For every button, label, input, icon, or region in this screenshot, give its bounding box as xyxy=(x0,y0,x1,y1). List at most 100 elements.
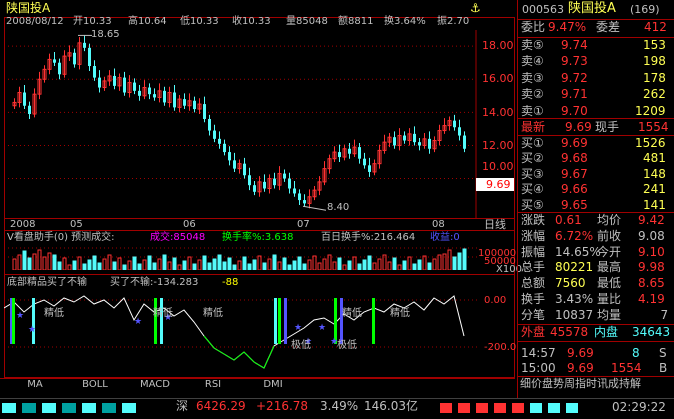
volume-bar xyxy=(67,264,72,270)
volume-bar xyxy=(457,252,462,270)
price-candle-body xyxy=(173,92,176,108)
volume-bar xyxy=(347,260,352,270)
price-candle-body xyxy=(28,105,31,115)
price-candle-body xyxy=(138,90,141,96)
tab-macd[interactable]: MACD xyxy=(138,378,172,392)
volume-bar xyxy=(377,258,382,270)
volume-bar xyxy=(137,263,142,270)
volume-bar xyxy=(202,255,207,270)
volume-bar xyxy=(362,259,367,270)
waipan-label: 外盘 xyxy=(521,325,546,339)
volume-bar xyxy=(12,258,17,270)
time-label-2008: 2008 xyxy=(10,219,36,230)
sell-level-label: 卖① xyxy=(521,103,544,118)
tick-time: 15:00 xyxy=(521,361,556,375)
weicha-label: 委差 xyxy=(596,20,621,34)
quote-footer[interactable]: 细价盘势周指时讯成持解 xyxy=(520,378,641,389)
indicator-signal-bar xyxy=(340,298,343,344)
tab-rsi[interactable]: RSI xyxy=(198,378,228,392)
indicator-label-3: 极低 xyxy=(291,340,311,351)
neipan-label: 内盘 xyxy=(594,325,619,339)
indicator-signal-bar xyxy=(284,298,287,344)
volume-bar xyxy=(112,261,117,270)
status-amount: 146.03亿 xyxy=(364,399,418,413)
stat-value: 7 xyxy=(660,307,669,322)
price-candle-body xyxy=(193,100,196,110)
volume-bar xyxy=(442,253,447,270)
indicator-chart: ★★★ ★★★★★ xyxy=(4,295,478,369)
price-tick-2: 14.00 xyxy=(482,106,514,119)
header-open: 开10.33 xyxy=(73,16,112,27)
price-candle-body xyxy=(148,87,151,95)
volume-bar xyxy=(162,254,167,270)
volume-bar xyxy=(42,256,47,270)
price-candle-body xyxy=(413,133,416,143)
volume-bar xyxy=(62,257,67,270)
indicator-label-1: 精低 xyxy=(153,308,173,319)
price-candle-body xyxy=(58,62,61,75)
price-candle-body xyxy=(213,130,216,139)
price-candle-body xyxy=(403,135,406,141)
volume-bar xyxy=(242,256,247,270)
time-label-07: 07 xyxy=(297,219,310,230)
volume-bar xyxy=(47,252,52,270)
status-block xyxy=(512,403,524,413)
price-chart xyxy=(8,30,477,218)
volume-bar xyxy=(432,258,437,270)
price-candle-body xyxy=(253,185,256,192)
volume-bar xyxy=(317,262,322,270)
price-candle-body xyxy=(93,66,96,78)
volume-bar xyxy=(257,255,262,270)
volume-bar xyxy=(237,260,242,270)
period-label[interactable]: 日线 xyxy=(484,219,506,230)
status-block xyxy=(122,403,136,413)
sell-volume: 262 xyxy=(643,87,666,102)
volume-bar xyxy=(452,256,457,270)
status-block xyxy=(82,403,96,413)
volume-bar xyxy=(412,263,417,270)
indicator-signal-bar xyxy=(160,298,163,344)
price-tick-4: 10.00 xyxy=(482,160,514,173)
anchor-icon[interactable]: ⚓ xyxy=(470,2,481,14)
price-candle-body xyxy=(73,52,76,65)
indicator-signal-bar xyxy=(274,298,277,344)
sell-volume: 178 xyxy=(643,70,666,85)
volume-huanshou: 换手率%:3.638 xyxy=(222,232,294,243)
tab-dmi[interactable]: DMI xyxy=(258,378,288,392)
volume-bar xyxy=(262,262,267,270)
volume-bar xyxy=(172,257,177,270)
price-candle-body xyxy=(368,165,371,172)
price-candle-body xyxy=(243,163,246,176)
sell-price: 9.71 xyxy=(561,87,588,102)
header-low: 低10.33 xyxy=(180,16,219,27)
indicator-value: 买了不输:-134.283 xyxy=(110,277,199,288)
price-candle-body xyxy=(228,152,231,161)
indicator-label-4: 极低 xyxy=(337,340,357,351)
volume-bar xyxy=(102,258,107,270)
stat-row: 分笔 10837 均量 7 xyxy=(519,306,669,324)
sell-row: 卖① 9.70 1209 xyxy=(519,102,669,120)
volume-bar xyxy=(227,257,232,270)
sell-row: 卖③ 9.72 178 xyxy=(519,69,669,87)
volume-bar xyxy=(287,264,292,270)
weibi-label: 委比 xyxy=(521,20,546,34)
stat-label: 分笔 xyxy=(521,307,546,322)
latest-label: 最新 xyxy=(521,120,546,134)
neipan-value: 34643 xyxy=(632,325,671,339)
sell-level-label: 卖② xyxy=(521,87,544,102)
price-tick-0: 18.00 xyxy=(482,39,514,52)
weibi-value: 9.47% xyxy=(548,20,587,34)
volume-bar xyxy=(57,261,62,270)
indicator-title: 底部精品买了不输 xyxy=(7,277,87,288)
chart-date: 2008/08/12 xyxy=(6,16,64,27)
tab-boll[interactable]: BOLL xyxy=(78,378,112,392)
indicator-axis-0: 0.00 xyxy=(484,295,507,306)
volume-chart xyxy=(4,247,478,270)
volume-bar xyxy=(427,262,432,270)
volume-bar xyxy=(217,254,222,270)
sell-volume: 153 xyxy=(643,38,666,52)
price-candle-body xyxy=(293,188,296,194)
stock-name: 陕国投A xyxy=(6,1,51,15)
volume-bar xyxy=(82,263,87,270)
tab-ma[interactable]: MA xyxy=(20,378,50,392)
